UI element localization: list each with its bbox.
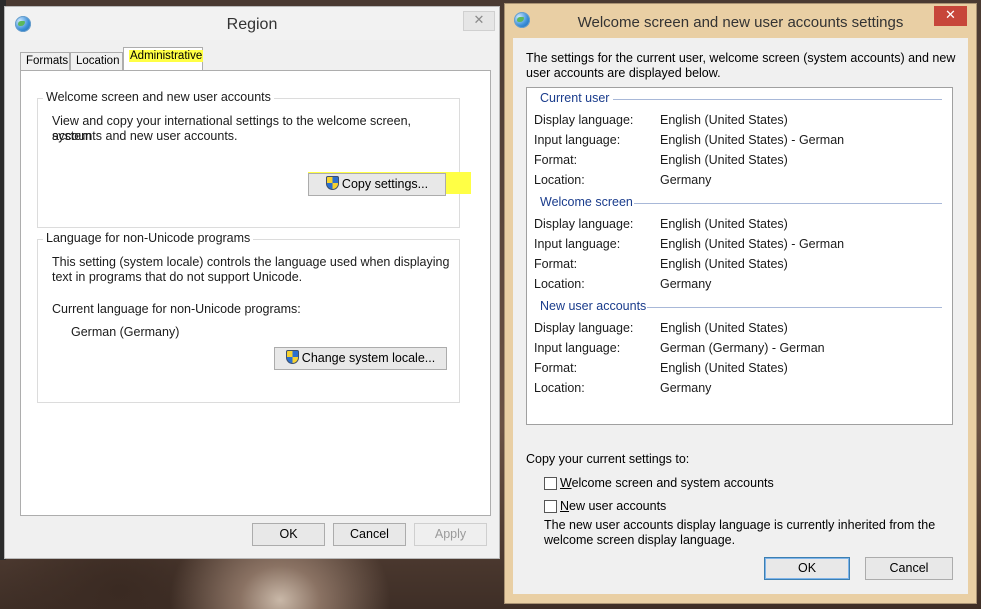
current-language-label: Current language for non-Unicode program… bbox=[52, 302, 301, 316]
cancel-button[interactable]: Cancel bbox=[865, 557, 953, 580]
welcome-window-title: Welcome screen and new user accounts set… bbox=[577, 14, 904, 31]
inheritance-note: The new user accounts display language i… bbox=[544, 518, 944, 548]
apply-button[interactable]: Apply bbox=[414, 523, 487, 546]
copy-settings-label: Copy settings... bbox=[341, 177, 429, 191]
region-title: Region bbox=[226, 16, 278, 33]
change-system-locale-label: Change system locale... bbox=[301, 351, 436, 365]
intro-line1: The settings for the current user, welco… bbox=[526, 51, 956, 65]
close-button[interactable]: ✕ bbox=[934, 6, 967, 26]
checkbox-box[interactable] bbox=[544, 500, 557, 513]
section-heading-welcome-screen: Welcome screen bbox=[540, 195, 633, 209]
row-value: English (United States) bbox=[660, 113, 788, 127]
row-value: Germany bbox=[660, 381, 712, 395]
intro-text: The settings for the current user, welco… bbox=[526, 51, 956, 81]
region-titlebar[interactable]: Region ✕ bbox=[5, 7, 499, 40]
ok-button[interactable]: OK bbox=[252, 523, 325, 546]
row-label: Input language: bbox=[534, 341, 621, 355]
row-value: English (United States) bbox=[660, 153, 788, 167]
section-divider bbox=[634, 203, 942, 204]
checkbox-label[interactable]: Welcome screen and system accounts bbox=[560, 476, 774, 490]
welcome-client-area: The settings for the current user, welco… bbox=[513, 38, 968, 594]
checkbox-label[interactable]: New user accounts bbox=[560, 499, 666, 513]
row-value: Germany bbox=[660, 277, 712, 291]
section-divider bbox=[647, 307, 942, 308]
section-heading-new-user-accounts: New user accounts bbox=[540, 299, 647, 313]
row-label: Format: bbox=[534, 257, 578, 271]
welcome-settings-window: Welcome screen and new user accounts set… bbox=[504, 3, 977, 604]
row-label: Display language: bbox=[534, 321, 634, 335]
row-value: English (United States) bbox=[660, 321, 788, 335]
row-label: Location: bbox=[534, 173, 585, 187]
group-legend: Welcome screen and new user accounts bbox=[43, 90, 274, 104]
checkbox-box[interactable] bbox=[544, 477, 557, 490]
change-system-locale-button[interactable]: Change system locale... bbox=[274, 347, 447, 370]
welcome-titlebar[interactable]: Welcome screen and new user accounts set… bbox=[505, 4, 976, 38]
group-legend: Language for non-Unicode programs bbox=[43, 231, 254, 245]
row-value: English (United States) - German bbox=[660, 133, 845, 147]
tab-location[interactable]: Location bbox=[70, 52, 123, 71]
row-label: Input language: bbox=[534, 133, 621, 147]
note-line2: welcome screen display language. bbox=[544, 533, 736, 547]
administrative-tab-page: Welcome screen and new user accounts Vie… bbox=[20, 70, 491, 516]
section-divider bbox=[613, 99, 942, 100]
ok-button[interactable]: OK bbox=[764, 557, 850, 580]
current-language-value: German (Germany) bbox=[71, 325, 180, 339]
row-value: English (United States) bbox=[660, 361, 788, 375]
uac-shield-icon bbox=[325, 176, 339, 190]
row-label: Input language: bbox=[534, 237, 621, 251]
row-label: Location: bbox=[534, 381, 585, 395]
row-label: Format: bbox=[534, 361, 578, 375]
tab-administrative[interactable]: Administrative bbox=[123, 47, 204, 72]
nonunicode-description-line2: text in programs that do not support Uni… bbox=[52, 270, 303, 284]
row-value: English (United States) bbox=[660, 217, 788, 231]
close-button[interactable]: ✕ bbox=[463, 11, 495, 31]
row-value: Germany bbox=[660, 173, 712, 187]
note-line1: The new user accounts display language i… bbox=[544, 518, 936, 532]
row-label: Display language: bbox=[534, 217, 634, 231]
nonunicode-description-line1: This setting (system locale) controls th… bbox=[52, 255, 450, 269]
row-label: Display language: bbox=[534, 113, 634, 127]
row-value: German (Germany) - German bbox=[660, 341, 825, 355]
intro-line2: user accounts are displayed below. bbox=[526, 66, 721, 80]
cancel-button[interactable]: Cancel bbox=[333, 523, 406, 546]
copy-to-label: Copy your current settings to: bbox=[526, 452, 690, 466]
section-heading-current-user: Current user bbox=[540, 91, 610, 105]
settings-summary-panel: Current user Display language: English (… bbox=[526, 87, 953, 425]
row-label: Format: bbox=[534, 153, 578, 167]
welcome-description-line2: accounts and new user accounts. bbox=[52, 129, 238, 143]
region-window: Region ✕ Formats Location Administrative… bbox=[4, 6, 500, 559]
welcome-accounts-group: Welcome screen and new user accounts Vie… bbox=[37, 90, 471, 228]
row-value: English (United States) bbox=[660, 257, 788, 271]
copy-settings-button[interactable]: Copy settings... bbox=[308, 173, 446, 196]
tab-formats[interactable]: Formats bbox=[20, 52, 70, 71]
row-value: English (United States) - German bbox=[660, 237, 845, 251]
row-label: Location: bbox=[534, 277, 585, 291]
uac-shield-icon bbox=[285, 350, 299, 364]
tab-administrative-label: Administrative bbox=[129, 50, 204, 62]
non-unicode-group: Language for non-Unicode programs This s… bbox=[37, 231, 460, 403]
